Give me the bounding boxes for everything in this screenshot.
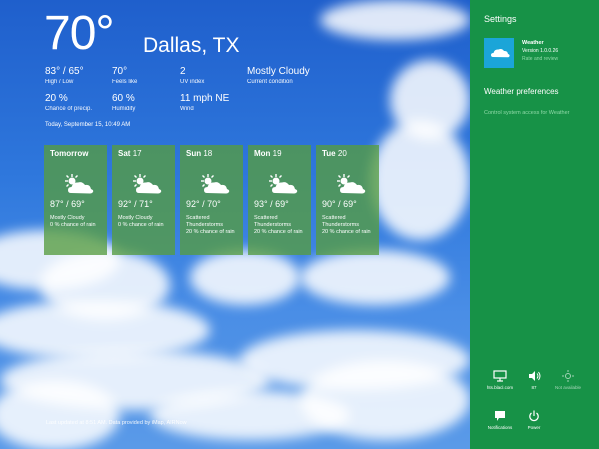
forecast-card-tue[interactable]: Tue 20 90° / 69° Scattered Thunderstorms…: [316, 145, 379, 255]
app-version: Version 1.0.0.26: [522, 48, 559, 54]
stat-uv-index: 2 UV index: [180, 66, 205, 85]
forecast-card-tomorrow[interactable]: Tomorrow 87° / 69° Mostly Cloudy 0 % chan…: [44, 145, 107, 255]
control-system-access-link[interactable]: Control system access for Weather: [484, 110, 569, 116]
partly-cloudy-icon: [269, 174, 298, 194]
stat-precip: 20 % Chance of precip.: [45, 93, 93, 112]
brightness-icon: [562, 370, 574, 382]
weather-app-tile: [484, 38, 514, 68]
brightness-button[interactable]: Not available: [554, 370, 582, 391]
volume-button[interactable]: 87: [520, 370, 548, 391]
settings-charm-panel: Settings Weather Version 1.0.0.26 Rate a…: [470, 0, 599, 449]
forecast-card-sat[interactable]: Sat 17 92° / 71° Mostly Cloudy 0 % chance…: [112, 145, 175, 255]
power-icon: [529, 410, 539, 422]
partly-cloudy-icon: [201, 174, 230, 194]
notifications-icon: [495, 411, 505, 421]
stat-high-low: 83° / 65° High / Low: [45, 66, 84, 85]
data-attribution: Last updated at 8:51 AM. Data provided b…: [46, 420, 187, 426]
notifications-button[interactable]: Notifications: [486, 410, 514, 431]
city-name: Dallas, TX: [143, 34, 240, 57]
partly-cloudy-icon: [133, 174, 162, 194]
power-button[interactable]: Power: [520, 410, 548, 431]
stat-feels-like: 70° Feels like: [112, 66, 138, 85]
rate-and-review-link[interactable]: Rate and review: [522, 56, 558, 62]
forecast-card-mon[interactable]: Mon 19 93° / 69° Scattered Thunderstorms…: [248, 145, 311, 255]
forecast-list: Tomorrow 87° / 69° Mostly Cloudy 0 % chan…: [44, 145, 379, 255]
settings-title: Settings: [484, 14, 517, 24]
forecast-day: Mon 19: [254, 149, 282, 158]
volume-icon: [529, 371, 541, 381]
forecast-day: Sun 18: [186, 149, 213, 158]
network-icon: [493, 370, 507, 382]
current-temperature: 70°: [44, 7, 115, 60]
forecast-day: Tue 20: [322, 149, 347, 158]
partly-cloudy-icon: [65, 174, 94, 194]
weather-preferences-link[interactable]: Weather preferences: [484, 87, 559, 96]
app-name: Weather: [522, 40, 544, 46]
current-date: Today, September 15, 10:49 AM: [45, 122, 131, 128]
forecast-day: Tomorrow: [50, 149, 89, 158]
weather-app-icon: [491, 49, 510, 58]
stat-wind: 11 mph NE Wind: [180, 93, 230, 112]
forecast-day: Sat 17: [118, 149, 142, 158]
stat-humidity: 60 % Humidity: [112, 93, 136, 112]
partly-cloudy-icon: [337, 174, 366, 194]
forecast-card-sun[interactable]: Sun 18 92° / 70° Scattered Thunderstorms…: [180, 145, 243, 255]
weather-app: 70° Dallas, TX 83° / 65° High / Low 70° Fe…: [0, 0, 470, 449]
network-button[interactable]: hts.blacl.com: [486, 370, 514, 391]
stat-condition: Mostly Cloudy Current condition: [247, 66, 310, 85]
